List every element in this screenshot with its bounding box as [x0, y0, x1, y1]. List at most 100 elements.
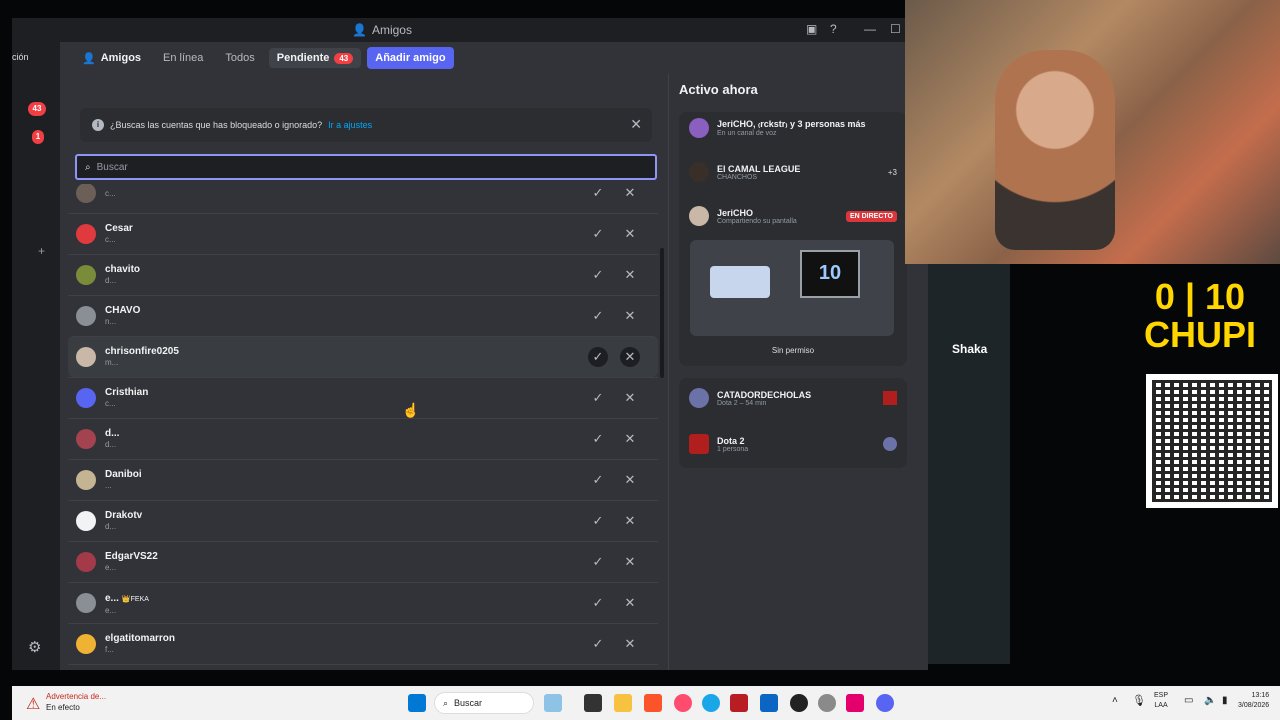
- friend-request-row[interactable]: e... 👑FEKA e... ✓ ✕: [68, 582, 658, 623]
- volume-icon[interactable]: 🔈: [1204, 695, 1216, 706]
- friend-request-row[interactable]: Drakotv d... ✓ ✕: [68, 500, 658, 541]
- opera-icon[interactable]: [674, 694, 692, 712]
- scrollbar[interactable]: [660, 248, 664, 378]
- avatar: [76, 265, 96, 285]
- obs-icon[interactable]: [790, 694, 808, 712]
- accept-icon[interactable]: ✓: [588, 265, 608, 285]
- tab-friends[interactable]: 👤 Amigos: [74, 48, 149, 69]
- friend-name: chavito: [105, 264, 141, 275]
- brave-icon[interactable]: [644, 694, 662, 712]
- avatar: [76, 388, 96, 408]
- accept-icon[interactable]: ✓: [588, 429, 608, 449]
- avatar: [76, 347, 96, 367]
- alert-notice[interactable]: Advertencia de... En efecto: [46, 691, 106, 713]
- file-explorer-icon[interactable]: [614, 694, 632, 712]
- accept-icon[interactable]: ✓: [588, 306, 608, 326]
- store-icon[interactable]: [760, 694, 778, 712]
- battery-icon[interactable]: ▮: [1222, 695, 1228, 706]
- friend-request-row[interactable]: chrisonfire0205 m... ✓ ✕: [68, 336, 658, 377]
- accept-icon[interactable]: ✓: [588, 552, 608, 572]
- accept-icon[interactable]: ✓: [588, 184, 608, 203]
- friend-username: d...: [105, 522, 117, 531]
- reject-icon[interactable]: ✕: [620, 552, 640, 572]
- search-input[interactable]: ⌕ Buscar: [75, 154, 657, 180]
- close-icon[interactable]: ✕: [630, 116, 642, 133]
- clock[interactable]: 13:16 3/08/2026: [1238, 691, 1269, 711]
- settings-icon[interactable]: [818, 694, 836, 712]
- active-item[interactable]: JeriCHO, ₍rckstr₎ y 3 personas más En un…: [689, 118, 897, 138]
- tab-online[interactable]: En línea: [155, 48, 211, 68]
- accept-icon[interactable]: ✓: [588, 224, 608, 244]
- stream-preview[interactable]: 10: [690, 240, 894, 336]
- friend-request-row[interactable]: d... d... ✓ ✕: [68, 418, 658, 459]
- avatar: [76, 511, 96, 531]
- active-item[interactable]: Dota 2 1 persona: [689, 434, 897, 454]
- friend-username: e...: [105, 563, 117, 572]
- pixelated-overlay: Shaka: [928, 264, 1010, 664]
- friend-request-row[interactable]: Cesar c... ✓ ✕: [68, 213, 658, 254]
- friend-request-row[interactable]: Daniboi... ✓ ✕: [68, 459, 658, 500]
- app-icon[interactable]: [730, 694, 748, 712]
- avatar: [76, 306, 96, 326]
- friend-request-row[interactable]: EdgarVS22 e... ✓ ✕: [68, 541, 658, 582]
- tab-pending[interactable]: Pendiente 43: [268, 48, 362, 68]
- widgets-icon[interactable]: [544, 694, 562, 712]
- minimize-icon[interactable]: —: [864, 22, 876, 36]
- reject-icon[interactable]: ✕: [620, 470, 640, 490]
- edge-icon[interactable]: [702, 694, 720, 712]
- friend-request-row[interactable]: c... ✓ ✕: [68, 184, 658, 213]
- friend-request-row[interactable]: Cristhian c... ✓ ✕: [68, 377, 658, 418]
- accept-icon[interactable]: ✓: [588, 593, 608, 613]
- reject-icon[interactable]: ✕: [620, 593, 640, 613]
- reject-icon[interactable]: ✕: [620, 184, 640, 203]
- warning-icon: ⚠: [26, 696, 41, 713]
- language-indicator[interactable]: ESP LAA: [1154, 691, 1168, 711]
- blocked-accounts-banner: i ¿Buscas las cuentas que has bloqueado …: [80, 108, 652, 142]
- friend-request-row[interactable]: Fabriciod...✓✕: [68, 664, 658, 670]
- active-item[interactable]: El CAMAL LEAGUE CHANCHOS +3: [689, 162, 897, 182]
- accept-icon[interactable]: ✓: [588, 347, 608, 367]
- add-dm-icon[interactable]: +: [38, 244, 45, 258]
- dota-icon: [883, 391, 897, 405]
- reject-icon[interactable]: ✕: [620, 429, 640, 449]
- discord-icon[interactable]: [876, 694, 894, 712]
- add-friend-button[interactable]: Añadir amigo: [367, 47, 454, 69]
- reject-icon[interactable]: ✕: [620, 634, 640, 654]
- active-item[interactable]: CATADORDECHOLAS Dota 2 – 54 min: [689, 388, 897, 408]
- task-view-icon[interactable]: [584, 694, 602, 712]
- friend-request-row[interactable]: CHAVO n... ✓ ✕: [68, 295, 658, 336]
- rail-badge[interactable]: 1: [32, 130, 44, 144]
- accept-icon[interactable]: ✓: [588, 470, 608, 490]
- reject-icon[interactable]: ✕: [620, 306, 640, 326]
- reject-icon[interactable]: ✕: [620, 388, 640, 408]
- tab-all[interactable]: Todos: [217, 48, 262, 68]
- active-card[interactable]: CATADORDECHOLAS Dota 2 – 54 min Dota 2 1…: [679, 378, 907, 468]
- friend-username: d...: [105, 276, 117, 285]
- inbox-icon[interactable]: ▣: [806, 22, 817, 36]
- active-now-title: Activo ahora: [679, 82, 758, 97]
- friend-username: d...: [105, 440, 117, 449]
- reject-icon[interactable]: ✕: [620, 347, 640, 367]
- settings-link[interactable]: Ir a ajustes: [328, 120, 372, 130]
- gear-icon[interactable]: ⚙: [28, 638, 41, 656]
- accept-icon[interactable]: ✓: [588, 388, 608, 408]
- help-icon[interactable]: ?: [830, 22, 837, 36]
- title-bar: 👤 Amigos ▣ ? — ☐: [12, 18, 928, 42]
- friend-request-row[interactable]: chavito d... ✓ ✕: [68, 254, 658, 295]
- reject-icon[interactable]: ✕: [620, 265, 640, 285]
- tiktok-icon[interactable]: [846, 694, 864, 712]
- rail-badge[interactable]: 43: [28, 102, 46, 116]
- network-icon[interactable]: ▭: [1184, 695, 1193, 706]
- windows-start-icon[interactable]: [408, 694, 426, 712]
- chevron-up-icon[interactable]: ˄: [1112, 695, 1118, 706]
- taskbar-search[interactable]: ⌕ Buscar: [434, 692, 534, 714]
- maximize-icon[interactable]: ☐: [890, 22, 901, 36]
- active-item[interactable]: JeriCHO Compartiendo su pantalla EN DIRE…: [689, 206, 897, 226]
- reject-icon[interactable]: ✕: [620, 511, 640, 531]
- reject-icon[interactable]: ✕: [620, 224, 640, 244]
- active-card[interactable]: JeriCHO, ₍rckstr₎ y 3 personas más En un…: [679, 112, 907, 366]
- accept-icon[interactable]: ✓: [588, 634, 608, 654]
- friend-request-row[interactable]: elgatitomarron f... ✓ ✕: [68, 623, 658, 664]
- accept-icon[interactable]: ✓: [588, 511, 608, 531]
- mic-icon[interactable]: 🎙: [1132, 694, 1146, 707]
